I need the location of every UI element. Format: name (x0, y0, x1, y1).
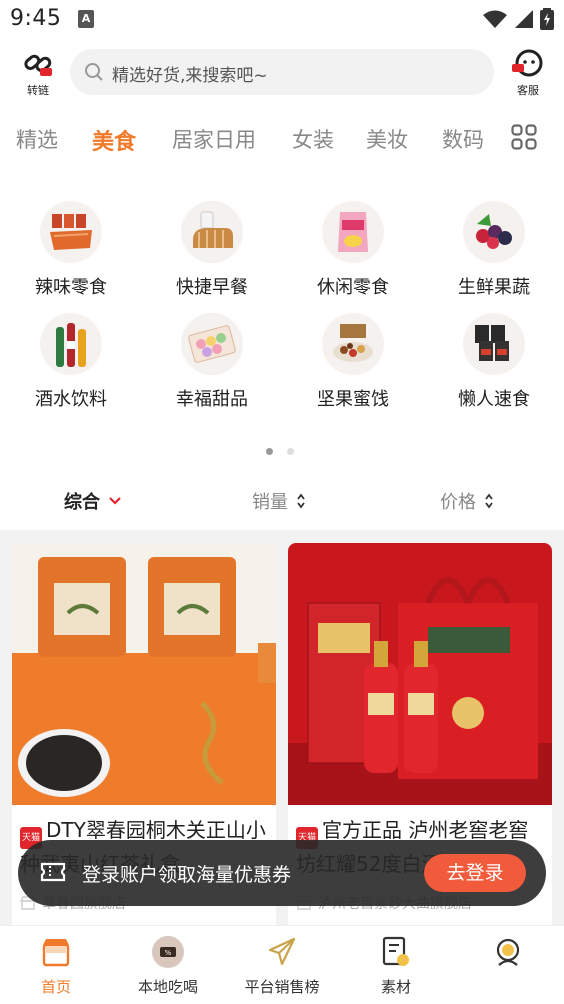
instant-noodle-icon (463, 313, 525, 375)
svg-text:%: % (165, 949, 172, 957)
subcategory-label: 快捷早餐 (176, 277, 248, 298)
subcategory-label: 休闲零食 (317, 277, 389, 298)
login-prompt-banner: 登录账户领取海量优惠券 去登录 (18, 840, 546, 906)
coupon-icon (40, 862, 66, 882)
customer-service-icon (512, 49, 543, 77)
sort-label: 综合 (64, 492, 100, 513)
category-tabs: 精选 美食 居家日用 女装 美妆 数码 (0, 108, 564, 168)
spicy-snack-icon (40, 201, 102, 263)
subcategory-nuts[interactable]: 坚果蜜饯 (298, 313, 408, 411)
pager-dots (266, 448, 294, 455)
tab-featured[interactable]: 精选 (16, 124, 58, 154)
subcategory-label: 酒水饮料 (35, 389, 107, 410)
subcategory-label: 生鲜果蔬 (458, 277, 530, 298)
header: 转链 精选好货,来搜索吧~ 客服 (0, 38, 564, 108)
status-icons (482, 8, 554, 30)
sort-arrows-icon (297, 493, 305, 509)
profile-icon (496, 938, 520, 966)
subcategory-casual-snacks[interactable]: 休闲零食 (298, 201, 408, 299)
product-image-tea-giftbox (12, 543, 276, 805)
subcategory-label: 辣味零食 (35, 277, 107, 298)
plane-icon (268, 937, 296, 966)
bottles-icon (40, 313, 102, 375)
battery-icon (540, 8, 554, 30)
sim-icon: A (78, 10, 94, 28)
nuts-icon (322, 313, 384, 375)
nav-label: 首页 (40, 978, 71, 996)
subcategory-quick-breakfast[interactable]: 快捷早餐 (157, 201, 267, 299)
tab-womens-wear[interactable]: 女装 (292, 124, 334, 154)
chips-icon (322, 201, 384, 263)
sort-bar: 综合 销量 价格 (0, 476, 564, 530)
pager-dot (287, 448, 294, 455)
tab-digital[interactable]: 数码 (442, 124, 484, 154)
sort-price[interactable]: 价格 (440, 488, 494, 514)
link-convert-button[interactable]: 转链 (16, 48, 60, 100)
link-icon (24, 54, 52, 76)
sort-comprehensive[interactable]: 综合 (64, 488, 122, 514)
tab-beauty[interactable]: 美妆 (366, 124, 408, 154)
product-image-baijiu-giftset (288, 543, 552, 805)
nav-local-food[interactable]: % 本地吃喝 (112, 934, 224, 997)
wifi-icon (483, 10, 507, 28)
signal-icon (515, 10, 533, 28)
pager-dot-active (266, 448, 273, 455)
document-icon (382, 936, 409, 966)
subcategory-fresh-produce[interactable]: 生鲜果蔬 (439, 201, 549, 299)
login-button[interactable]: 去登录 (424, 854, 526, 892)
subcategory-label: 懒人速食 (458, 389, 530, 410)
search-bar[interactable]: 精选好货,来搜索吧~ (70, 49, 494, 95)
link-convert-label: 转链 (27, 84, 49, 97)
subcategory-label: 幸福甜品 (176, 389, 248, 410)
macaron-icon (181, 313, 243, 375)
search-placeholder: 精选好货,来搜索吧~ (112, 66, 268, 86)
tab-home-daily[interactable]: 居家日用 (172, 124, 256, 154)
subcategory-desserts[interactable]: 幸福甜品 (157, 313, 267, 411)
all-categories-icon[interactable] (511, 124, 537, 150)
nav-materials[interactable]: 素材 (340, 934, 452, 997)
status-time: 9:45 (10, 6, 62, 31)
bread-icon (181, 201, 243, 263)
home-store-icon (42, 939, 70, 967)
customer-service-button[interactable]: 客服 (506, 48, 550, 100)
sort-sales[interactable]: 销量 (252, 488, 306, 514)
nav-label: 本地吃喝 (137, 978, 198, 996)
chevron-down-icon (109, 497, 121, 505)
nav-label: 平台销售榜 (244, 978, 320, 996)
subcategory-instant-food[interactable]: 懒人速食 (439, 313, 549, 411)
customer-service-label: 客服 (517, 84, 539, 97)
tab-food[interactable]: 美食 (92, 124, 136, 156)
sort-label: 销量 (252, 492, 288, 513)
berries-icon (463, 201, 525, 263)
nav-profile[interactable] (452, 934, 564, 976)
subcategory-drinks[interactable]: 酒水饮料 (16, 313, 126, 411)
subcategory-spicy-snacks[interactable]: 辣味零食 (16, 201, 126, 299)
status-bar: 9:45 A (0, 0, 564, 38)
bottom-navigation: 首页 % 本地吃喝 平台销售榜 素材 (0, 925, 564, 1004)
login-prompt-text: 登录账户领取海量优惠券 (82, 864, 292, 886)
local-food-icon: % (152, 936, 184, 968)
sort-arrows-icon (485, 493, 493, 509)
sort-label: 价格 (440, 492, 476, 513)
nav-home[interactable]: 首页 (0, 934, 112, 997)
nav-sales-rank[interactable]: 平台销售榜 (226, 934, 338, 997)
nav-label: 素材 (380, 978, 411, 996)
search-icon (85, 63, 103, 81)
subcategory-label: 坚果蜜饯 (317, 389, 389, 410)
